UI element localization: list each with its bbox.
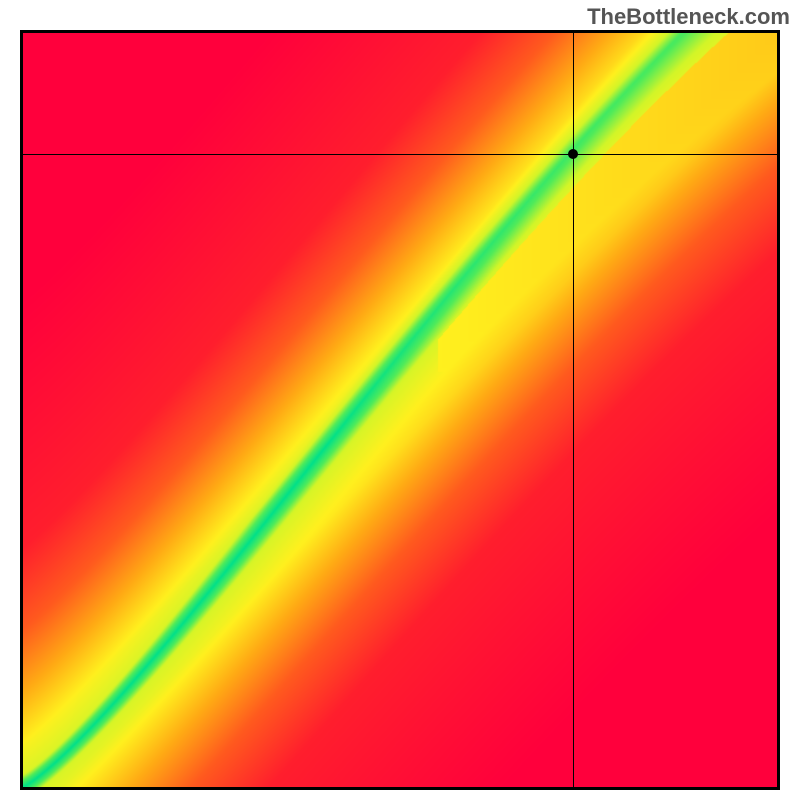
bottleneck-heatmap [23, 33, 777, 787]
crosshair-horizontal [23, 154, 777, 155]
selection-marker [568, 149, 578, 159]
plot-frame [20, 30, 780, 790]
crosshair-vertical [573, 33, 574, 787]
watermark-text: TheBottleneck.com [587, 4, 790, 30]
